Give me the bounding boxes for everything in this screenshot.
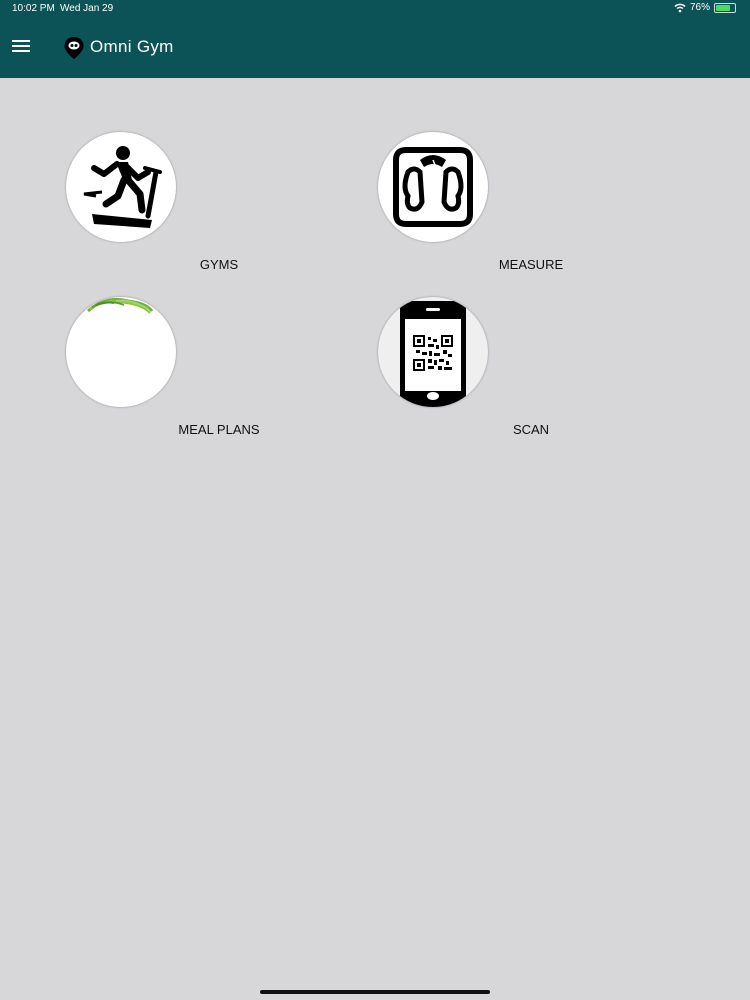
scan-label[interactable]: SCAN [456, 422, 606, 437]
battery-percent: 76% [689, 2, 710, 13]
treadmill-runner-icon [83, 146, 162, 228]
battery-icon [714, 2, 736, 13]
meal-plans-tile[interactable]: MEAL PLANS [66, 297, 306, 442]
gyms-tile-image[interactable] [66, 132, 176, 242]
gyms-label[interactable]: GYMS [144, 257, 294, 272]
bathroom-scale-icon [393, 147, 473, 227]
measure-label[interactable]: MEASURE [456, 257, 606, 272]
app-title: Omni Gym [90, 37, 174, 56]
salad-plate-icon [87, 297, 154, 314]
scan-tile-image[interactable] [378, 297, 488, 407]
home-indicator[interactable] [260, 990, 490, 994]
gyms-tile[interactable]: GYMS [66, 132, 306, 277]
battery-level [716, 4, 730, 11]
wifi-icon [674, 3, 686, 12]
location-pin-logo-icon [64, 37, 84, 59]
hamburger-menu-icon[interactable] [12, 40, 30, 54]
status-time: 10:02 PM [12, 3, 55, 14]
status-date: Wed Jan 29 [60, 3, 114, 14]
phone-qr-code-icon [400, 301, 466, 407]
status-indicators: 76% [674, 2, 736, 13]
meal-plans-tile-image[interactable] [66, 297, 176, 407]
status-bar: 10:02 PM Wed Jan 29 76% [0, 0, 750, 18]
scan-tile[interactable]: SCAN [378, 297, 618, 442]
meal-plans-label[interactable]: MEAL PLANS [144, 422, 294, 437]
measure-tile-image[interactable] [378, 132, 488, 242]
measure-tile[interactable]: MEASURE [378, 132, 618, 277]
